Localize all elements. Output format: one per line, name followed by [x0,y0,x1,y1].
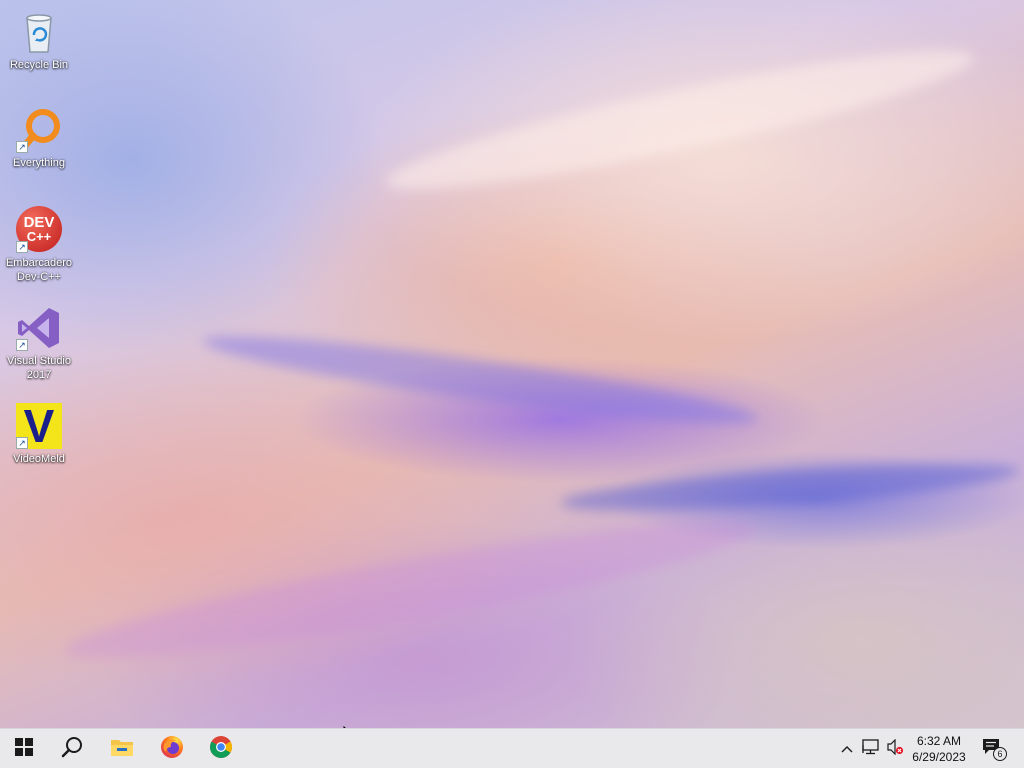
wallpaper-wave [199,321,761,439]
wallpaper-wave [60,499,760,681]
visual-studio-icon: ↗ [15,304,63,352]
shortcut-arrow-icon: ↗ [16,141,28,153]
taskbar: 6:32 AM 6/29/2023 6 [0,728,1024,768]
taskbar-chrome[interactable] [197,729,245,768]
devcpp-icon-text: C++ [26,229,52,244]
desktop-icon-label: Recycle Bin [9,59,69,71]
chevron-up-icon [841,740,853,758]
videomeld-icon-text: V [23,400,55,452]
start-button[interactable] [0,729,48,768]
devcpp-icon-text: DEV [23,214,55,231]
desktop-icon-visual-studio[interactable]: ↗ Visual Studio 2017 [2,304,76,382]
search-button[interactable] [48,729,96,768]
firefox-icon [160,735,184,764]
taskbar-firefox[interactable] [148,729,196,768]
network-tray-button[interactable] [859,729,883,768]
taskbar-file-explorer[interactable] [98,729,146,768]
volume-muted-icon [886,738,904,760]
desktop-icon-videomeld[interactable]: V ↗ VideoMeld [2,402,76,466]
shortcut-arrow-icon: ↗ [16,241,28,253]
notification-count-badge: 6 [993,747,1007,761]
desktop-icon-recycle-bin[interactable]: Recycle Bin [2,8,76,72]
network-icon [862,738,880,760]
action-center-icon: 6 [982,738,1007,761]
shortcut-arrow-icon: ↗ [16,437,28,449]
wallpaper-wave [380,28,980,212]
volume-tray-button[interactable] [884,729,906,768]
folder-icon [110,737,134,762]
desktop-icon-label: Everything [13,157,65,169]
recycle-bin-icon [15,8,63,56]
videomeld-icon: V ↗ [15,402,63,450]
windows-start-icon [15,737,33,761]
desktop-icon-label: Embarcadero Dev-C++ [5,257,73,283]
desktop-icon-label: Visual Studio 2017 [6,355,71,381]
desktop-wallpaper: Recycle Bin ↗ Everything DEV C++ ↗ Embar… [0,0,1024,728]
clock-time: 6:32 AM [916,734,962,748]
search-icon [61,736,83,763]
action-center-button[interactable]: 6 [978,729,1008,768]
desktop-icon-devcpp[interactable]: DEV C++ ↗ Embarcadero Dev-C++ [2,206,76,284]
devcpp-icon: DEV C++ ↗ [15,206,63,254]
wallpaper-wave [559,453,1021,521]
desktop-icon-everything[interactable]: ↗ Everything [2,106,76,170]
show-hidden-icons-button[interactable] [836,729,858,768]
clock-date: 6/29/2023 [912,750,966,764]
everything-search-icon: ↗ [15,106,63,154]
desktop-icon-label: VideoMeld [13,453,65,465]
chrome-icon [209,735,233,764]
taskbar-clock[interactable]: 6:32 AM 6/29/2023 [904,729,974,768]
shortcut-arrow-icon: ↗ [16,339,28,351]
